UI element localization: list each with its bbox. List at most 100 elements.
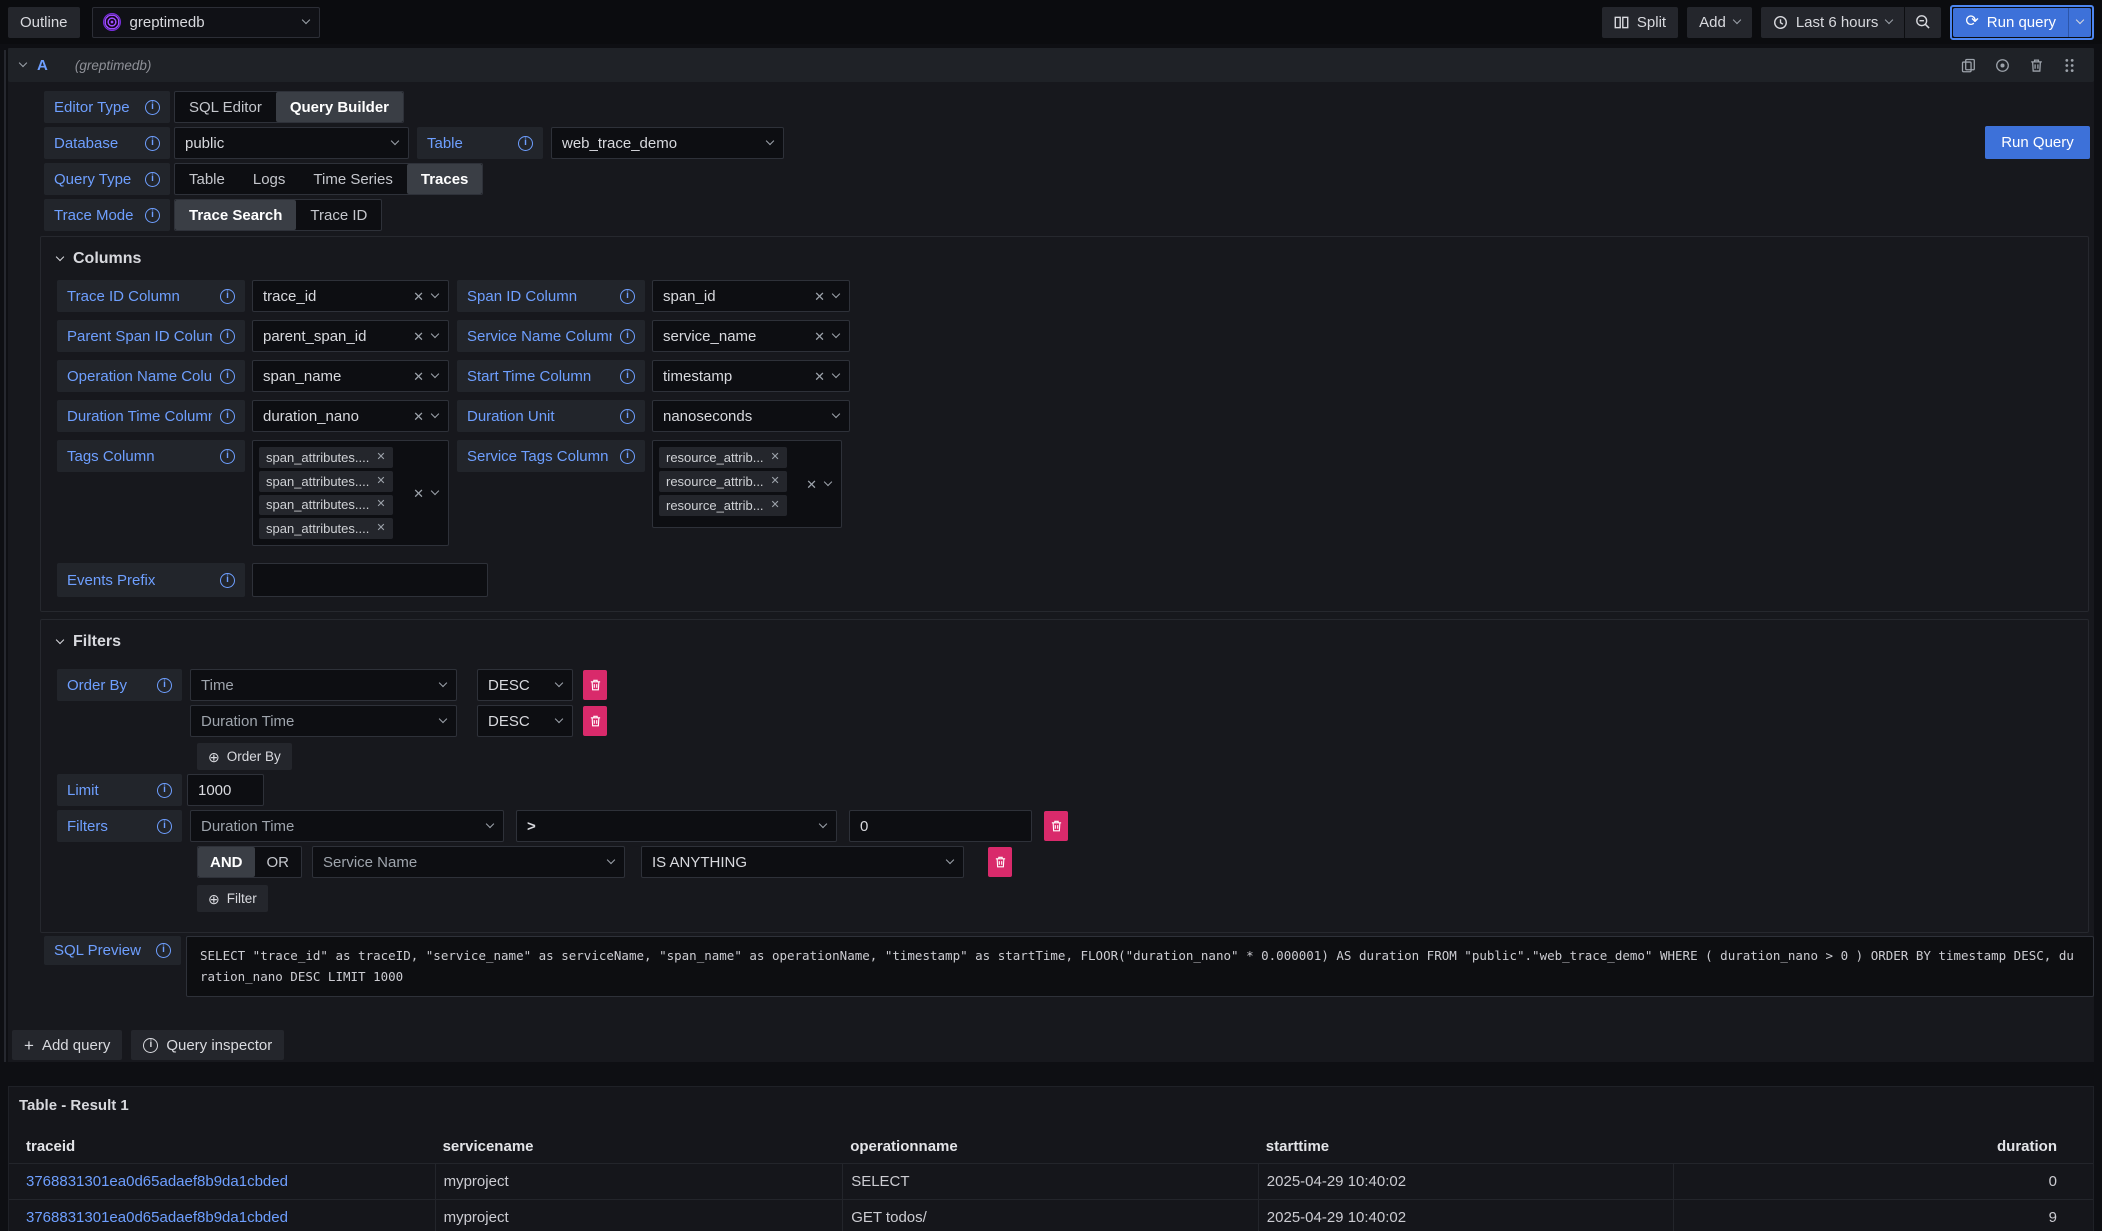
tab-trace-search[interactable]: Trace Search [175,200,296,230]
tags-column-multiselect[interactable]: span_attributes....✕ span_attributes....… [252,440,449,546]
remove-chip-icon[interactable]: ✕ [771,476,780,487]
tab-logs[interactable]: Logs [239,164,300,194]
tab-trace-id[interactable]: Trace ID [296,200,381,230]
add-query-button[interactable]: + Add query [12,1030,122,1060]
column-header-operationname[interactable]: operationname [842,1129,1258,1163]
remove-query-icon[interactable] [2029,58,2044,73]
split-button[interactable]: Split [1602,7,1678,38]
filters-section-header[interactable]: Filters [57,632,2072,652]
service-tags-column-multiselect[interactable]: resource_attrib...✕ resource_attrib...✕ … [652,440,842,528]
clear-icon[interactable]: ✕ [413,410,424,423]
query-row-header[interactable]: A (greptimedb) [8,48,2094,82]
info-icon[interactable]: i [157,819,172,834]
editor-run-query-button[interactable]: Run Query [1985,126,2090,159]
remove-order-by-button[interactable] [583,670,607,700]
info-icon[interactable]: i [145,136,160,151]
info-icon[interactable]: i [145,208,160,223]
info-icon[interactable]: i [620,329,635,344]
info-icon[interactable]: i [157,678,172,693]
service-name-column-select[interactable]: service_name✕ [652,320,850,352]
add-button[interactable]: Add [1687,7,1752,38]
info-icon[interactable]: i [620,409,635,424]
tab-time-series[interactable]: Time Series [299,164,406,194]
columns-section-header[interactable]: Columns [57,249,2072,269]
trace-id-link[interactable]: 3768831301ea0d65adaef8b9da1cbded [26,1173,288,1190]
info-icon[interactable]: i [157,783,172,798]
column-header-traceid[interactable]: traceid [9,1129,435,1163]
clear-icon[interactable]: ✕ [413,330,424,343]
column-header-servicename[interactable]: servicename [435,1129,843,1163]
tab-sql-editor[interactable]: SQL Editor [175,92,276,122]
column-header-starttime[interactable]: starttime [1258,1129,1674,1163]
remove-chip-icon[interactable]: ✕ [771,452,780,463]
operation-name-column-select[interactable]: span_name✕ [252,360,449,392]
info-icon[interactable]: i [156,943,171,958]
tab-query-builder[interactable]: Query Builder [276,92,403,122]
drag-handle-icon[interactable] [2063,58,2076,73]
tab-and[interactable]: AND [198,847,255,877]
add-order-by-button[interactable]: ⊕ Order By [197,743,292,770]
remove-chip-icon[interactable]: ✕ [376,476,385,487]
remove-filter-button[interactable] [988,847,1012,877]
info-icon[interactable]: i [220,573,235,588]
remove-chip-icon[interactable]: ✕ [376,452,385,463]
info-icon[interactable]: i [620,289,635,304]
duration-unit-select[interactable]: nanoseconds [652,400,850,432]
trace-id-link[interactable]: 3768831301ea0d65adaef8b9da1cbded [26,1209,288,1226]
info-icon[interactable]: i [145,100,160,115]
info-icon[interactable]: i [620,449,635,464]
events-prefix-input[interactable] [252,563,488,597]
filter-value-input[interactable] [849,810,1032,842]
clear-all-icon[interactable]: ✕ [413,487,424,500]
database-select[interactable]: public [174,127,409,159]
clear-all-icon[interactable]: ✕ [806,478,817,491]
parent-span-id-column-select[interactable]: parent_span_id✕ [252,320,449,352]
tab-table[interactable]: Table [175,164,239,194]
clear-icon[interactable]: ✕ [814,290,825,303]
remove-filter-button[interactable] [1044,811,1068,841]
column-header-duration[interactable]: duration [1673,1129,2093,1163]
hide-response-icon[interactable] [1995,58,2010,73]
clear-icon[interactable]: ✕ [413,370,424,383]
remove-chip-icon[interactable]: ✕ [771,500,780,511]
info-icon[interactable]: i [220,329,235,344]
datasource-picker[interactable]: greptimedb [92,7,320,38]
span-id-column-select[interactable]: span_id✕ [652,280,850,312]
outline-button[interactable]: Outline [8,7,80,38]
trace-id-column-select[interactable]: trace_id✕ [252,280,449,312]
info-icon[interactable]: i [220,409,235,424]
order-by-field-select[interactable]: Duration Time [190,705,457,737]
order-by-direction-select[interactable]: DESC [477,705,573,737]
order-by-field-select[interactable]: Time [190,669,457,701]
clear-icon[interactable]: ✕ [413,290,424,303]
info-icon[interactable]: i [145,172,160,187]
run-query-button[interactable]: ⟳ Run query [1953,8,2068,37]
filter-operator-select[interactable]: > [516,810,837,842]
clear-icon[interactable]: ✕ [814,370,825,383]
info-icon[interactable]: i [220,289,235,304]
order-by-direction-select[interactable]: DESC [477,669,573,701]
filter-field-select[interactable]: Duration Time [190,810,504,842]
collapse-chevron-icon[interactable] [19,59,27,67]
query-inspector-button[interactable]: i Query inspector [131,1030,284,1060]
start-time-column-select[interactable]: timestamp✕ [652,360,850,392]
duration-time-column-select[interactable]: duration_nano✕ [252,400,449,432]
duplicate-query-icon[interactable] [1961,58,1976,73]
tab-or[interactable]: OR [255,847,302,877]
info-icon[interactable]: i [220,449,235,464]
add-filter-button[interactable]: ⊕ Filter [197,885,268,912]
remove-order-by-button[interactable] [583,706,607,736]
remove-chip-icon[interactable]: ✕ [376,523,385,534]
filter-operator-select[interactable]: IS ANYTHING [641,846,964,878]
info-icon[interactable]: i [518,136,533,151]
remove-chip-icon[interactable]: ✕ [376,499,385,510]
info-icon[interactable]: i [620,369,635,384]
limit-input[interactable] [187,774,264,806]
zoom-out-time-button[interactable] [1905,7,1941,38]
clear-icon[interactable]: ✕ [814,330,825,343]
info-icon[interactable]: i [220,369,235,384]
filter-field-select[interactable]: Service Name [312,846,625,878]
run-query-dropdown[interactable] [2068,8,2091,37]
table-select[interactable]: web_trace_demo [551,127,784,159]
time-range-button[interactable]: Last 6 hours [1761,7,1905,38]
